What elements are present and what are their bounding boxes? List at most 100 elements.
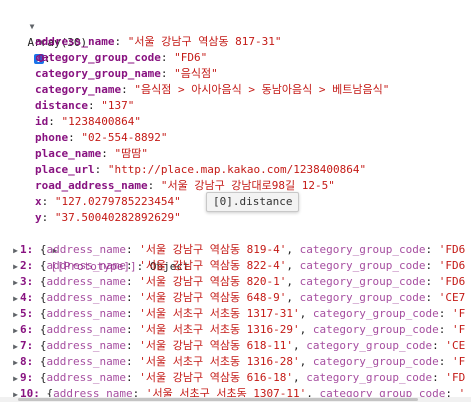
array-row[interactable]: ▶ 2: {address_name: '서울 강남구 역삼동 822-4', c… xyxy=(11,258,465,274)
row-index: 3: xyxy=(20,275,34,288)
address-key: address_name xyxy=(46,259,126,272)
prototype-row[interactable]: ▶ [[Prototype]]: Object xyxy=(24,226,190,273)
field-key: category_group_code xyxy=(35,51,161,64)
code-value: 'FD xyxy=(445,371,466,384)
field-key: address_name xyxy=(35,35,115,48)
field-key: category_name xyxy=(35,83,122,96)
code-value: 'FD6 xyxy=(438,275,466,288)
address-value: '서울 강남구 역삼동 820-1' xyxy=(139,275,287,288)
address-value: '서울 강남구 역삼동 648-9' xyxy=(139,291,287,304)
scrollbar-thumb[interactable] xyxy=(18,398,418,401)
array-row[interactable]: ▶ 8: {address_name: '서울 서초구 서초동 1316-28',… xyxy=(11,354,465,370)
expand-triangle-icon[interactable]: ▶ xyxy=(11,307,20,323)
field-key: phone xyxy=(35,131,69,144)
address-key: address_name xyxy=(46,355,126,368)
colon: : xyxy=(125,259,133,272)
field-value: "02-554-8892" xyxy=(81,131,168,144)
property-path-tooltip: [0].distance xyxy=(206,192,300,212)
array-row[interactable]: ▶ 6: {address_name: '서울 서초구 서초동 1316-29',… xyxy=(11,322,465,338)
address-key: address_name xyxy=(46,275,126,288)
comma: , xyxy=(293,371,300,384)
field-key: category_group_name xyxy=(35,67,161,80)
code-key: category_group_code xyxy=(299,259,426,272)
horizontal-scrollbar[interactable] xyxy=(0,397,471,402)
expand-triangle-icon[interactable]: ▶ xyxy=(11,371,20,387)
code-value: 'F xyxy=(452,307,466,320)
field-row[interactable]: place_url: "http://place.map.kakao.com/1… xyxy=(35,162,366,178)
array-row[interactable]: ▶ 4: {address_name: '서울 강남구 역삼동 648-9', c… xyxy=(11,290,465,306)
expand-triangle-icon[interactable]: ▶ xyxy=(11,323,20,339)
array-row[interactable]: ▶ 5: {address_name: '서울 서초구 서초동 1317-31',… xyxy=(11,306,465,322)
colon: : xyxy=(125,243,133,256)
array-row[interactable]: ▶ 3: {address_name: '서울 강남구 역삼동 820-1', c… xyxy=(11,274,465,290)
open-brace: { xyxy=(39,291,47,304)
expand-triangle-icon[interactable]: ▶ xyxy=(11,339,20,355)
code-value: 'F xyxy=(452,323,466,336)
array-row[interactable]: ▶ 9: {address_name: '서울 강남구 역삼동 616-18', … xyxy=(11,370,465,386)
open-brace: { xyxy=(39,259,47,272)
open-brace: { xyxy=(39,355,47,368)
array-header[interactable]: ▼ Array(30) i xyxy=(1,2,87,64)
row-index: 7: xyxy=(20,339,34,352)
field-row[interactable]: distance: "137" xyxy=(35,98,134,114)
address-key: address_name xyxy=(46,371,126,384)
field-key: road_address_name xyxy=(35,179,148,192)
code-key: category_group_code xyxy=(312,323,439,336)
address-value: '서울 강남구 역삼동 618-11' xyxy=(139,339,294,352)
address-value: '서울 서초구 서초동 1317-31' xyxy=(139,307,300,320)
expand-triangle-icon[interactable]: ▶ xyxy=(11,291,20,307)
array-row[interactable]: ▶ 7: {address_name: '서울 강남구 역삼동 618-11', … xyxy=(11,338,465,354)
open-brace: { xyxy=(39,339,47,352)
field-row[interactable]: x: "127.0279785223454" xyxy=(35,194,181,210)
field-row[interactable]: place_name: "땀땀" xyxy=(35,146,148,162)
array-row[interactable]: ▶ 1: {address_name: '서울 강남구 역삼동 819-4', c… xyxy=(11,242,465,258)
field-row[interactable]: y: "37.50040282892629" xyxy=(35,210,181,226)
open-brace: { xyxy=(39,275,47,288)
row-index: 9: xyxy=(20,371,34,384)
code-value: 'F xyxy=(452,355,466,368)
field-value: "127.0279785223454" xyxy=(54,195,181,208)
field-key: place_name xyxy=(35,147,102,160)
code-key: category_group_code xyxy=(299,243,426,256)
open-brace: { xyxy=(39,243,47,256)
address-value: '서울 강남구 역삼동 819-4' xyxy=(139,243,287,256)
code-key: category_group_code xyxy=(312,355,439,368)
field-key: y xyxy=(35,211,42,224)
devtools-console: ▼ Array(30) i ▼ 0: address_name: "서울 강남구… xyxy=(0,0,471,402)
field-value: "37.50040282892629" xyxy=(54,211,181,224)
code-value: 'FD6 xyxy=(438,243,466,256)
expand-triangle-icon[interactable]: ▶ xyxy=(11,259,20,275)
expand-triangle-icon[interactable]: ▶ xyxy=(11,243,20,259)
expand-triangle-icon[interactable]: ▶ xyxy=(11,355,20,371)
field-row[interactable]: phone: "02-554-8892" xyxy=(35,130,167,146)
field-key: place_url xyxy=(35,163,95,176)
field-row[interactable]: id: "1238400864" xyxy=(35,114,141,130)
colon: : xyxy=(125,371,133,384)
colon: : xyxy=(125,323,133,336)
field-row[interactable]: address_name: "서울 강남구 역삼동 817-31" xyxy=(35,34,282,50)
item-0-header[interactable]: ▼ 0: xyxy=(11,18,51,65)
field-row[interactable]: category_name: "음식점 > 아시아음식 > 동남아음식 > 베트… xyxy=(35,82,389,98)
field-row[interactable]: category_group_name: "음식점" xyxy=(35,66,218,82)
open-brace: { xyxy=(39,323,47,336)
field-row[interactable]: category_group_code: "FD6" xyxy=(35,50,207,66)
expand-triangle-icon[interactable]: ▶ xyxy=(11,275,20,291)
comma: , xyxy=(293,339,300,352)
